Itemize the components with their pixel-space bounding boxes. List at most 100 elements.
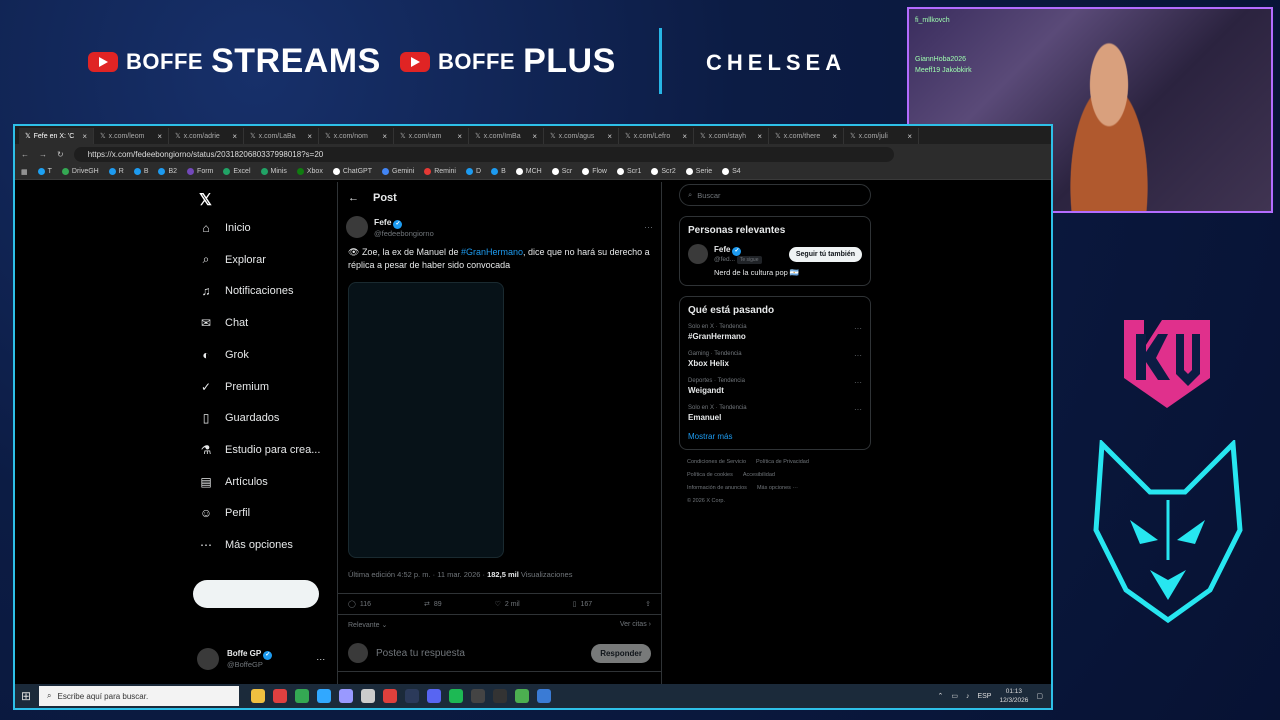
bookmark-item[interactable]: R	[108, 168, 124, 175]
follow-button[interactable]: Seguir tú también	[788, 246, 862, 262]
close-icon[interactable]: ×	[757, 132, 762, 141]
footer-link[interactable]: Información de anuncios	[687, 485, 747, 491]
taskbar-app-icon[interactable]	[273, 689, 287, 703]
taskbar-app-icon[interactable]	[383, 689, 397, 703]
taskbar-app-icon[interactable]	[449, 689, 463, 703]
nav-item[interactable]: ⚗ Estudio para crea...	[199, 441, 321, 459]
forward-icon[interactable]: →	[39, 150, 47, 159]
bookmark-item[interactable]: Xbox	[296, 168, 323, 175]
nav-item[interactable]: ✓ Premium	[199, 378, 269, 396]
taskbar-app-icon[interactable]	[471, 689, 485, 703]
close-icon[interactable]: ×	[307, 132, 312, 141]
post-button[interactable]	[193, 580, 319, 608]
taskbar-app-icon[interactable]	[295, 689, 309, 703]
close-icon[interactable]: ×	[907, 132, 912, 141]
url-field[interactable]: https://x.com/fedeebongiorno/status/2031…	[73, 146, 894, 162]
browser-tab[interactable]: 𝕏x.com/there ×	[769, 128, 844, 144]
nav-item[interactable]: ♫ Notificaciones	[199, 282, 294, 300]
chevron-up-icon[interactable]: ⌃	[937, 692, 943, 700]
bookmark-item[interactable]: Scr2	[651, 168, 676, 175]
close-icon[interactable]: ×	[832, 132, 837, 141]
taskbar-app-icon[interactable]	[493, 689, 507, 703]
close-icon[interactable]: ×	[157, 132, 162, 141]
bookmark-item[interactable]: Scr1	[616, 168, 641, 175]
trend-item[interactable]: Solo en X · Tendencia Emanuel ···	[688, 405, 862, 422]
show-more-link[interactable]: Mostrar más	[688, 432, 862, 441]
account-switcher[interactable]: Boffe GP ✓ @BoffeGP ···	[197, 648, 325, 670]
taskbar-app-icon[interactable]	[537, 689, 551, 703]
nav-item[interactable]: ⌕ Explorar	[199, 251, 266, 269]
share-icon[interactable]: ⇪	[645, 600, 651, 608]
trend-item[interactable]: Solo en X · Tendencia #GranHermano ···	[688, 324, 862, 341]
nav-item[interactable]: ⌂ Inicio	[199, 219, 250, 237]
close-icon[interactable]: ×	[82, 132, 87, 141]
bookmark-item[interactable]: Minis	[260, 168, 287, 175]
reply-input[interactable]: Postea tu respuesta	[376, 648, 465, 659]
footer-link[interactable]: Política de Privacidad	[756, 459, 809, 465]
taskbar-app-icon[interactable]	[251, 689, 265, 703]
hashtag-link[interactable]: #GranHermano	[461, 247, 523, 257]
bookmark-item[interactable]: Form	[187, 168, 213, 175]
browser-tab[interactable]: 𝕏x.com/agus ×	[544, 128, 619, 144]
edited-timestamp[interactable]: Última edición 4:52 p. m. · 11 mar. 2026…	[348, 570, 487, 579]
bookmark-item[interactable]: Flow	[582, 168, 607, 175]
bookmark-item[interactable]: DriveGH	[61, 168, 99, 175]
bookmark-item[interactable]: Serie	[685, 168, 712, 175]
bookmark-item[interactable]: S4	[722, 168, 741, 175]
browser-tab[interactable]: 𝕏x.com/leom ×	[94, 128, 169, 144]
browser-tab[interactable]: 𝕏x.com/adrie ×	[169, 128, 244, 144]
bookmark-item[interactable]: D	[466, 168, 481, 175]
footer-link[interactable]: Más opciones ···	[757, 485, 798, 491]
bookmark-item[interactable]: Gemini	[382, 168, 414, 175]
bookmark-item[interactable]: Excel	[223, 168, 251, 175]
taskbar-app-icon[interactable]	[339, 689, 353, 703]
browser-tab[interactable]: 𝕏x.com/ram ×	[394, 128, 469, 144]
more-icon[interactable]: ···	[854, 351, 862, 368]
post-author[interactable]: Fefe ✓ @fedeebongiorno ···	[338, 214, 661, 240]
avatar[interactable]	[346, 216, 368, 238]
browser-tab[interactable]: 𝕏x.com/nom ×	[319, 128, 394, 144]
person-name[interactable]: Fefe ✓	[714, 245, 762, 256]
author-handle[interactable]: @fedeebongiorno	[374, 229, 434, 238]
taskbar-app-icon[interactable]	[427, 689, 441, 703]
network-icon[interactable]: ▭	[951, 692, 958, 700]
more-icon[interactable]: ···	[854, 405, 862, 422]
nav-item[interactable]: ☺ Perfil	[199, 504, 250, 522]
taskbar-app-icon[interactable]	[405, 689, 419, 703]
browser-tab[interactable]: 𝕏x.com/Lefro ×	[619, 128, 694, 144]
trend-item[interactable]: Gaming · Tendencia Xbox Helix ···	[688, 351, 862, 368]
taskbar-app-icon[interactable]	[361, 689, 375, 703]
sort-dropdown[interactable]: Relevante ⌄	[348, 621, 387, 629]
nav-item[interactable]: ▤ Artículos	[199, 473, 267, 491]
trend-item[interactable]: Deportes · Tendencia Weigandt ···	[688, 378, 862, 395]
post-media[interactable]	[348, 282, 504, 558]
more-icon[interactable]: ···	[854, 378, 862, 395]
footer-link[interactable]: © 2026 X Corp.	[687, 498, 725, 504]
reply-button[interactable]: Responder	[591, 643, 651, 663]
back-icon[interactable]: ←	[21, 150, 29, 159]
close-icon[interactable]: ×	[232, 132, 237, 141]
reply-action[interactable]: ◯ 116	[348, 600, 371, 609]
nav-item[interactable]: ◐ Grok	[199, 346, 248, 364]
browser-tab[interactable]: 𝕏x.com/stayh ×	[694, 128, 769, 144]
close-icon[interactable]: ×	[382, 132, 387, 141]
bookmark-item[interactable]: B	[491, 168, 506, 175]
more-icon[interactable]: ···	[854, 324, 862, 341]
browser-tab[interactable]: 𝕏 Fefe en X: 'C ×	[19, 128, 94, 144]
author-name[interactable]: Fefe ✓	[374, 217, 434, 229]
more-icon[interactable]: ···	[316, 654, 325, 664]
quotes-link[interactable]: Ver citas ›	[620, 621, 651, 629]
taskbar-app-icon[interactable]	[317, 689, 331, 703]
bookmark-item[interactable]: B	[133, 168, 148, 175]
footer-link[interactable]: Condiciones de Servicio	[687, 459, 746, 465]
browser-tab[interactable]: 𝕏x.com/juli ×	[844, 128, 919, 144]
volume-icon[interactable]: ♪	[966, 693, 970, 700]
windows-start-icon[interactable]: ⊞	[21, 689, 31, 703]
taskbar-search[interactable]: ⌕ Escribe aquí para buscar.	[39, 686, 239, 706]
avatar[interactable]	[688, 244, 708, 264]
close-icon[interactable]: ×	[457, 132, 462, 141]
nav-item[interactable]: ▯ Guardados	[199, 409, 280, 427]
close-icon[interactable]: ×	[682, 132, 687, 141]
apps-grid-icon[interactable]: ▦	[21, 168, 28, 176]
bookmark-item[interactable]: B2	[158, 168, 177, 175]
